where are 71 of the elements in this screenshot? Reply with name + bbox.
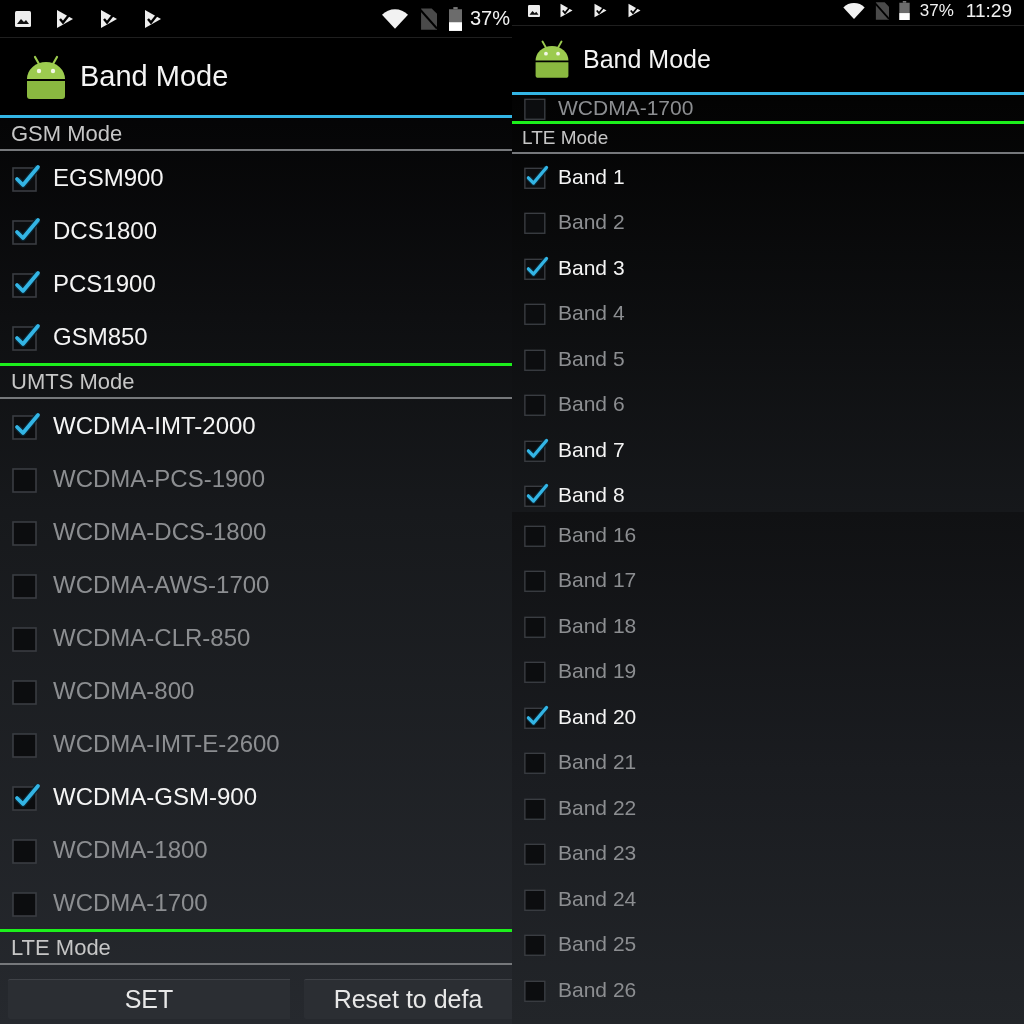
checkbox[interactable] xyxy=(524,482,550,509)
section-header: LTE Mode xyxy=(11,934,111,961)
checkbox-label: GSM850 xyxy=(53,322,148,351)
app-title: Band Mode xyxy=(583,44,711,74)
checkbox-label: Band 20 xyxy=(558,704,637,729)
flag-check-icon xyxy=(55,8,75,29)
checkbox-label: Band 21 xyxy=(558,750,637,775)
checkbox-label: WCDMA-IMT-E-2600 xyxy=(53,729,280,758)
action-button[interactable]: Reset to defa xyxy=(304,979,512,1019)
robot-icon xyxy=(24,53,68,100)
checkbox-label: Band 6 xyxy=(558,392,625,417)
checkbox[interactable] xyxy=(12,162,42,193)
checkbox[interactable] xyxy=(12,321,42,352)
checkbox-label: PCS1900 xyxy=(53,269,156,298)
battery-percent: 37% xyxy=(919,0,954,21)
checkbox-label: Band 1 xyxy=(558,164,625,189)
checkbox-label: WCDMA-DCS-1800 xyxy=(53,517,267,546)
checkbox[interactable] xyxy=(524,254,550,281)
checkbox-label: Band 23 xyxy=(558,841,637,866)
checkbox-label: WCDMA-CLR-850 xyxy=(53,623,251,652)
checkbox-label: WCDMA-1700 xyxy=(53,888,208,917)
checkbox-label: Band 22 xyxy=(558,795,637,820)
battery-icon xyxy=(898,1,910,20)
checkbox-label: Band 17 xyxy=(558,568,637,593)
checkbox-label: Band 25 xyxy=(558,932,637,957)
checkbox[interactable] xyxy=(12,268,42,299)
no-sim-icon xyxy=(419,7,437,30)
robot-icon xyxy=(533,39,571,79)
battery-icon xyxy=(448,6,462,31)
checkbox-label: EGSM900 xyxy=(53,163,164,192)
checkbox-label: Band 4 xyxy=(558,301,625,326)
checkbox-label: Band 3 xyxy=(558,255,625,280)
checkbox[interactable] xyxy=(524,436,550,463)
section-header: UMTS Mode xyxy=(11,368,135,395)
checkbox-label: WCDMA-800 xyxy=(53,676,195,705)
flag-check-icon xyxy=(99,8,119,29)
section-header: GSM Mode xyxy=(11,120,123,147)
checkbox-label: Band 19 xyxy=(558,659,637,684)
flag-check-icon xyxy=(559,3,574,18)
battery-percent: 37% xyxy=(469,7,510,30)
checkbox-label: Band 16 xyxy=(558,522,637,547)
checkbox-label: Band 5 xyxy=(558,346,625,371)
action-button[interactable]: SET xyxy=(8,979,290,1019)
checkbox[interactable] xyxy=(524,163,550,190)
checkbox-label: WCDMA-GSM-900 xyxy=(53,782,257,811)
checkbox-label: Band 2 xyxy=(558,210,625,235)
section-header: LTE Mode xyxy=(522,127,609,149)
checkbox-label: Band 26 xyxy=(558,977,637,1002)
checkbox[interactable] xyxy=(524,703,550,730)
checkbox[interactable] xyxy=(12,215,42,246)
checkbox-label: Band 18 xyxy=(558,613,637,638)
checkbox-label: WCDMA-IMT-2000 xyxy=(53,411,256,440)
checkbox-label: Band 24 xyxy=(558,886,637,911)
wifi-icon xyxy=(381,8,408,29)
checkbox[interactable] xyxy=(12,410,42,441)
flag-check-icon xyxy=(593,3,608,18)
checkbox-label: WCDMA-PCS-1900 xyxy=(53,464,266,493)
checkbox-label: DCS1800 xyxy=(53,216,158,245)
checkbox-label: Band 8 xyxy=(558,483,625,508)
image-icon xyxy=(15,10,31,27)
checkbox-label: Band 7 xyxy=(558,437,625,462)
flag-check-icon xyxy=(627,3,642,18)
image-icon xyxy=(528,4,540,17)
checkbox-label: WCDMA-1700 xyxy=(558,96,694,120)
wifi-icon xyxy=(842,2,865,19)
checkbox-label: WCDMA-1800 xyxy=(53,835,208,864)
app-title: Band Mode xyxy=(80,60,229,93)
checkbox-label: WCDMA-AWS-1700 xyxy=(53,570,270,599)
clock-time: 11:29 xyxy=(965,0,1012,22)
checkbox[interactable] xyxy=(12,781,42,812)
flag-check-icon xyxy=(143,8,163,29)
